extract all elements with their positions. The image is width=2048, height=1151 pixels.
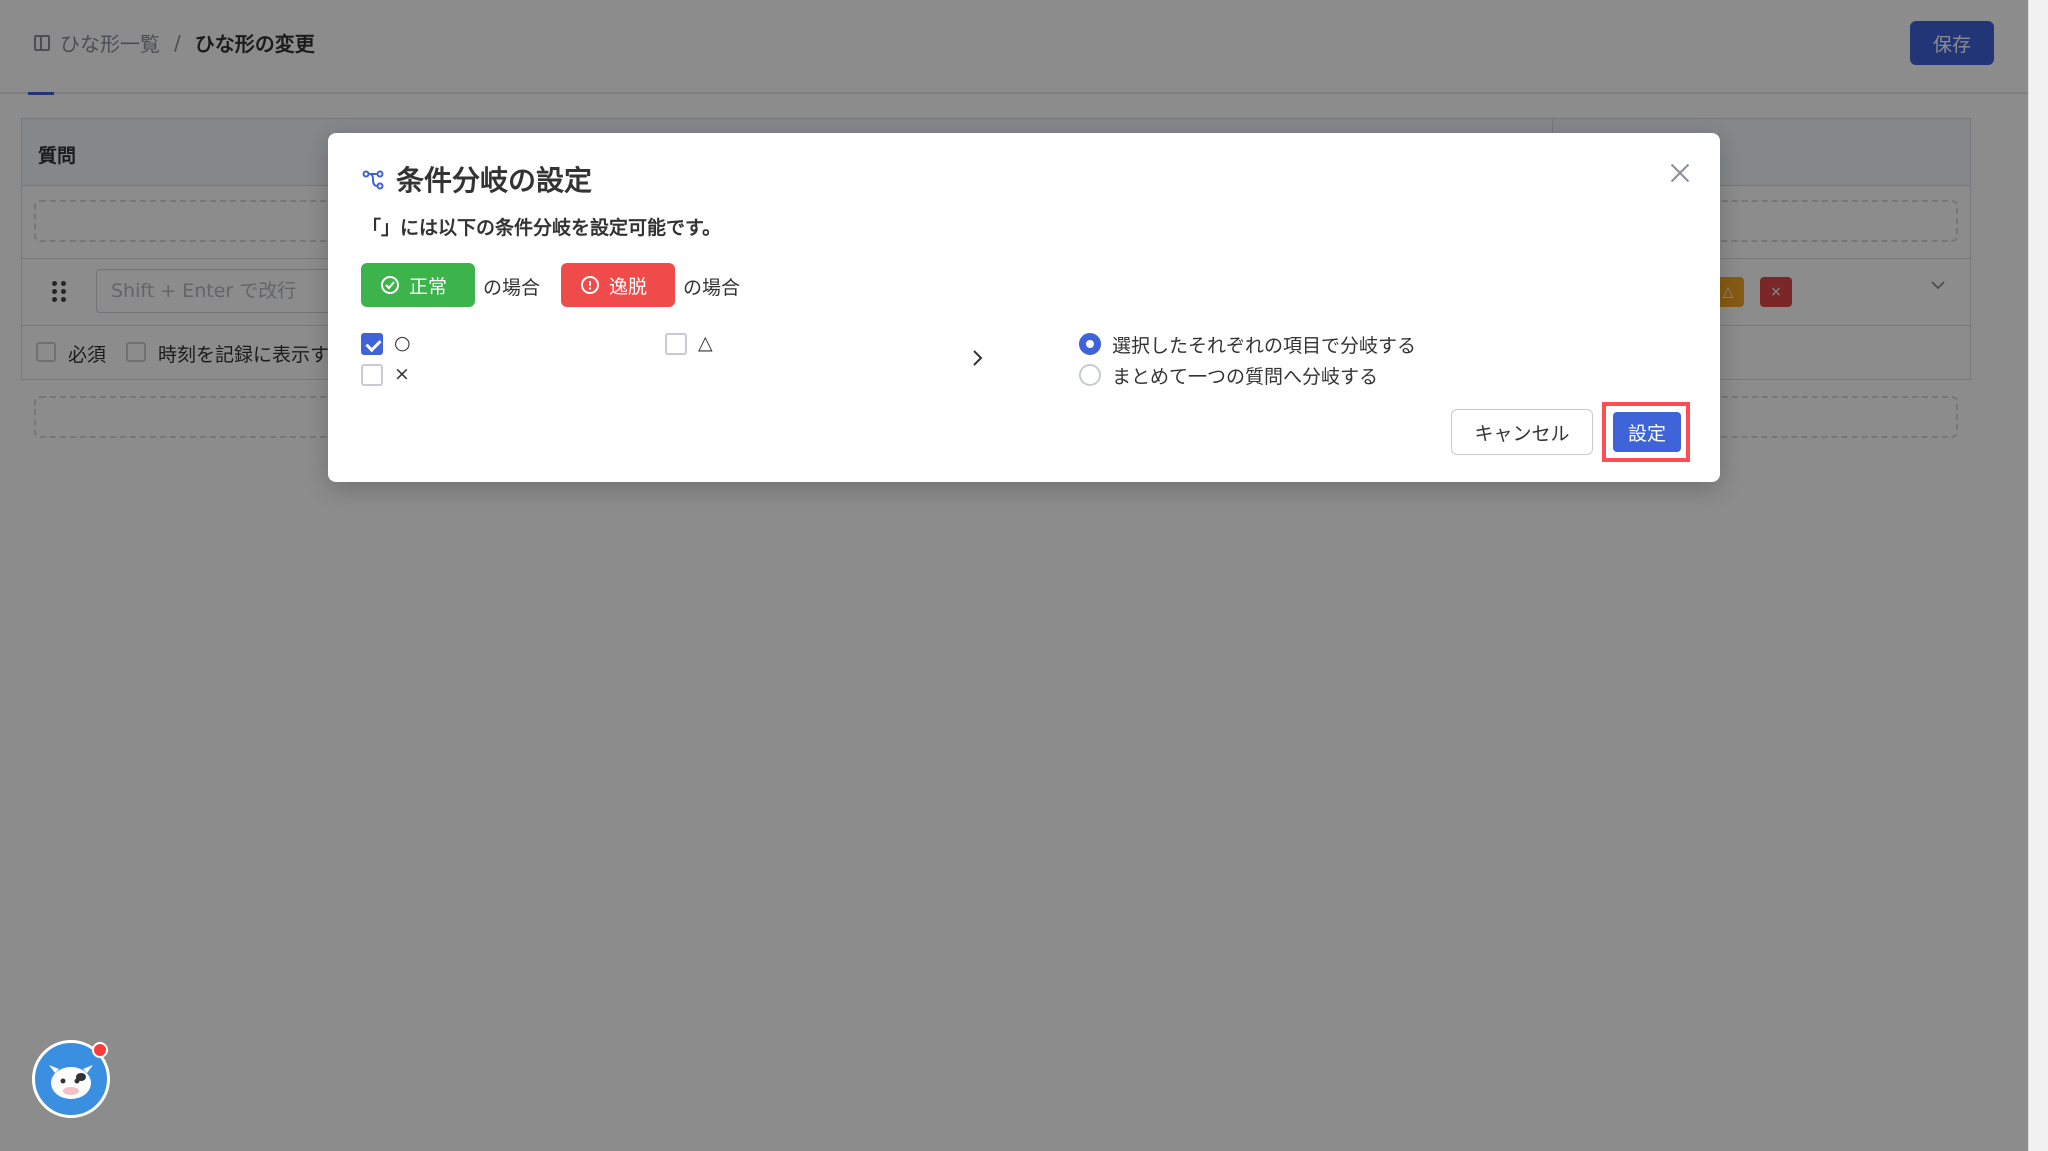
normal-case-label: 正常 [409,275,448,298]
scrollbar[interactable] [2028,0,2048,1151]
close-icon[interactable] [1668,161,1692,185]
option-label-circle: ○ [394,332,411,354]
dialog-description: 「」には以下の条件分岐を設定可能です。 [362,217,722,239]
notification-badge [92,1042,108,1058]
deviation-case-suffix: の場合 [683,277,741,299]
deviation-case-button[interactable]: 逸脱 [561,263,675,307]
check-circle-icon [381,276,399,294]
branch-single-label: まとめて一つの質問へ分岐する [1112,366,1379,388]
alert-circle-icon [581,276,599,294]
option-checkbox-triangle[interactable] [665,333,687,355]
dialog-title: 条件分岐の設定 [396,164,593,197]
deviation-case-label: 逸脱 [609,275,648,298]
normal-case-button[interactable]: 正常 [361,263,475,307]
normal-case-suffix: の場合 [483,277,541,299]
confirm-button[interactable]: 設定 [1613,412,1681,452]
option-checkbox-circle[interactable] [361,333,383,355]
option-label-x: × [394,363,410,385]
option-checkbox-x[interactable] [361,364,383,386]
chevron-right-icon [973,350,983,366]
branch-icon [362,170,384,190]
branch-settings-dialog: 条件分岐の設定 「」には以下の条件分岐を設定可能です。 正常 の場合 逸脱 の場… [328,133,1720,482]
branch-single-radio[interactable] [1079,364,1101,386]
option-label-triangle: △ [698,332,713,354]
branch-each-radio[interactable] [1079,333,1101,355]
cancel-button[interactable]: キャンセル [1451,409,1593,455]
branch-each-label: 選択したそれぞれの項目で分岐する [1112,335,1417,357]
